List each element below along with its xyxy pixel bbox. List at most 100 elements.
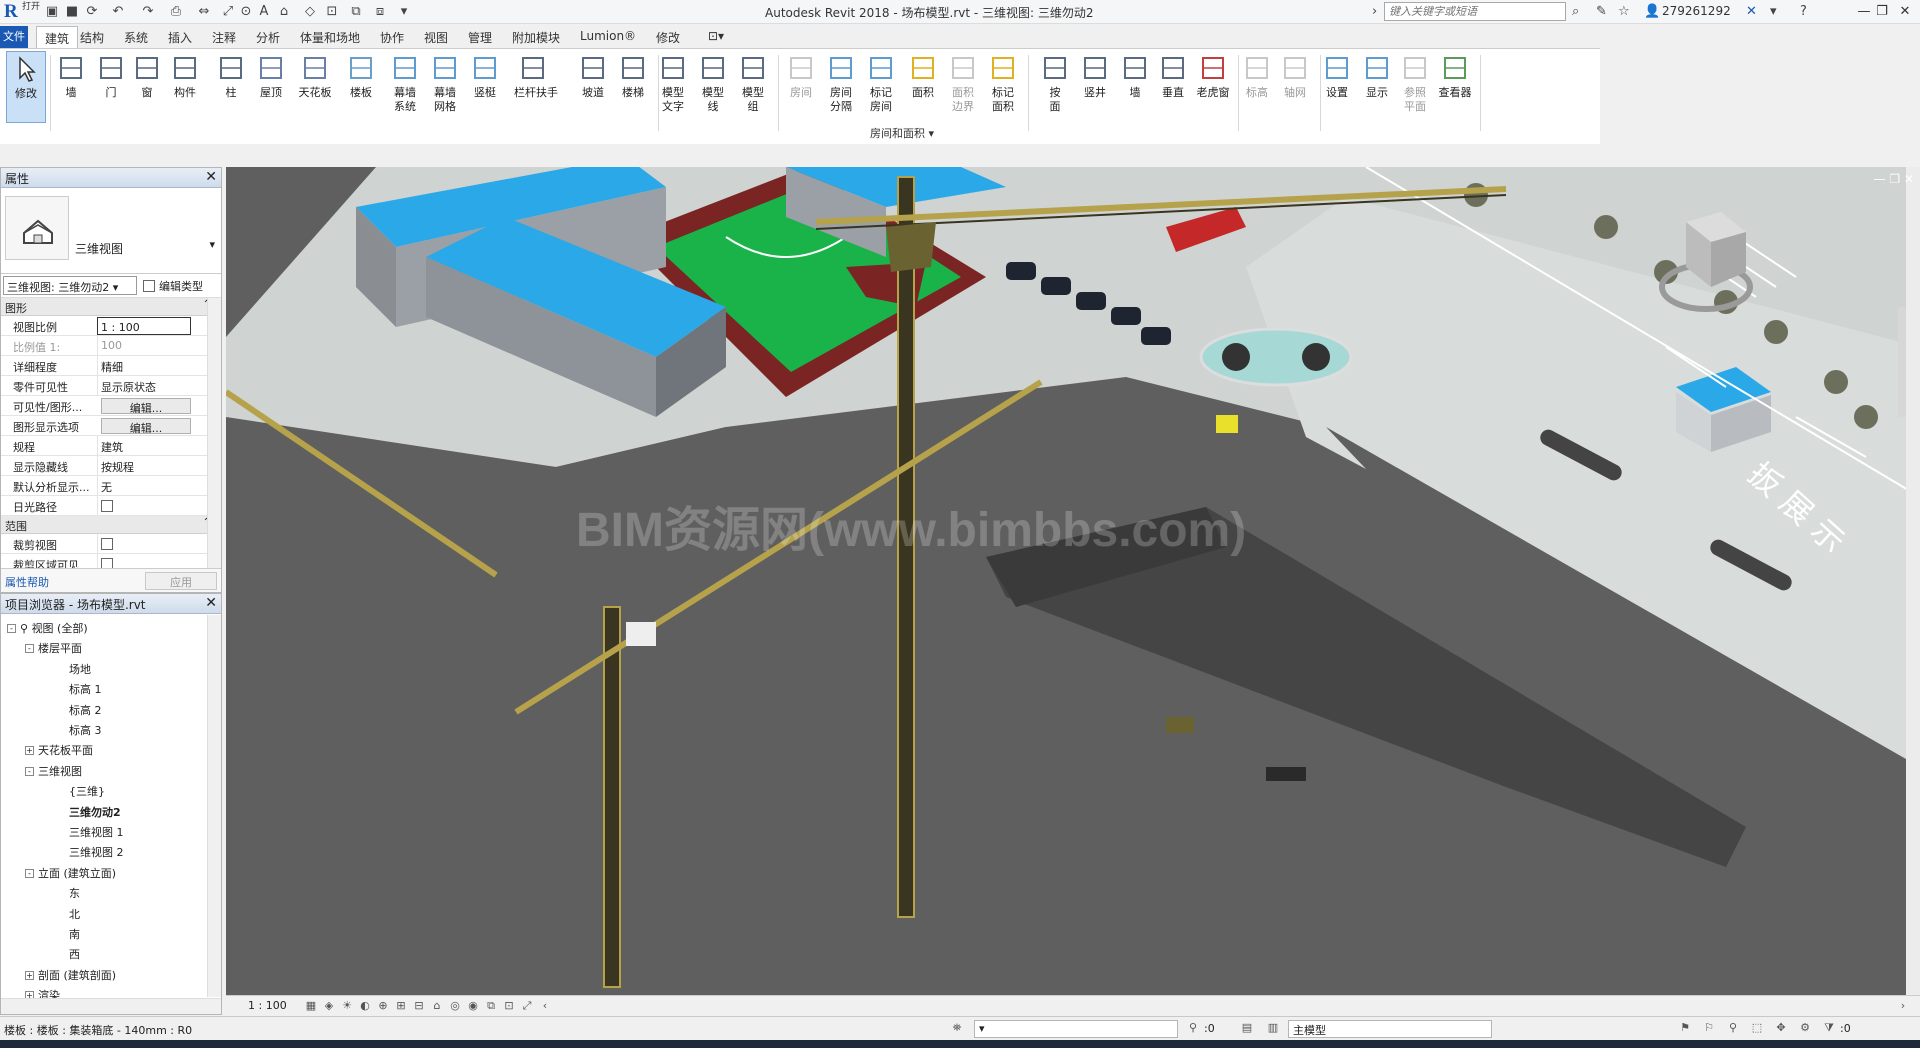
component-button[interactable]: 构件 — [166, 51, 204, 100]
select-by-face-icon[interactable]: ⬚ — [1750, 1021, 1764, 1035]
railing-button[interactable]: 栏杆扶手 — [514, 51, 558, 100]
property-value-cell[interactable]: 精细 — [97, 356, 197, 376]
tag-area-button[interactable]: 标记 面积 — [984, 51, 1022, 114]
ribbon-tab[interactable]: 结构 — [80, 29, 104, 46]
properties-scrollbar[interactable] — [207, 298, 221, 568]
view-window-controls[interactable]: — ❐ ✕ — [1874, 172, 1914, 186]
checkbox[interactable] — [101, 538, 113, 550]
property-value-cell[interactable] — [97, 496, 197, 516]
property-group-header[interactable]: 图形⌃ — [1, 298, 221, 316]
text-icon[interactable]: A — [256, 4, 272, 20]
browser-tree-item[interactable]: {三维} — [69, 783, 105, 799]
detail-level-icon[interactable]: ▦ — [304, 999, 318, 1013]
sync-icon[interactable]: ⟳ — [84, 4, 100, 20]
section-icon[interactable]: ◇ — [302, 4, 318, 20]
column-button[interactable]: 柱 — [212, 51, 250, 100]
editable-only-icon[interactable]: ⚲ — [1186, 1021, 1200, 1035]
render-icon[interactable]: ⊕ — [376, 999, 390, 1013]
browser-tree-item[interactable]: 标高 2 — [69, 702, 102, 718]
infocenter-search-input[interactable] — [1384, 2, 1566, 21]
viewer-button[interactable]: 查看器 — [1436, 51, 1474, 100]
vertical-opening-button[interactable]: 垂直 — [1154, 51, 1192, 100]
tag-room-button[interactable]: 标记 房间 — [862, 51, 900, 114]
dormer-button[interactable]: 老虎窗 — [1194, 51, 1232, 100]
help-icon[interactable]: ? — [1800, 4, 1807, 19]
browser-tree-item[interactable]: - 三维视图 — [25, 763, 82, 779]
crop-region-icon[interactable]: ⊟ — [412, 999, 426, 1013]
drag-elements-icon[interactable]: ✥ — [1774, 1021, 1788, 1035]
ribbon-tab[interactable]: 协作 — [380, 29, 404, 46]
type-selector[interactable]: 三维视图 ▾ — [1, 188, 221, 274]
by-face-button[interactable]: 按 面 — [1036, 51, 1074, 114]
close-button[interactable]: ✕ — [1893, 2, 1917, 22]
browser-tree-item[interactable]: - 立面 (建筑立面) — [25, 865, 116, 881]
user-account-name[interactable]: 279261292 — [1662, 4, 1731, 18]
binoculars-icon[interactable]: ⌕ — [1572, 4, 1579, 19]
design-option-dropdown[interactable]: 主模型 — [1288, 1020, 1492, 1038]
window-button[interactable]: 窗 — [128, 51, 166, 100]
qat-dropdown-icon[interactable]: ▾ — [396, 4, 412, 20]
scroll-right-icon[interactable]: › — [1896, 999, 1910, 1013]
workset-dropdown[interactable]: ▾ — [974, 1020, 1178, 1038]
property-group-header[interactable]: 范围⌃ — [1, 516, 221, 534]
reveal-hidden-icon[interactable]: ◉ — [466, 999, 480, 1013]
property-value-cell[interactable]: 1 : 100 — [97, 317, 191, 335]
browser-tree-item[interactable]: 标高 3 — [69, 722, 102, 738]
collapse-icon[interactable]: - — [25, 868, 34, 878]
chevron-down-icon[interactable]: ▾ — [209, 238, 215, 251]
ribbon-tab[interactable]: 建筑 — [36, 26, 79, 49]
model-group-button[interactable]: 模型 组 — [734, 51, 772, 114]
ribbon-tab[interactable]: 注释 — [212, 29, 236, 46]
ref-plane-button[interactable]: 参照 平面 — [1396, 51, 1434, 114]
browser-tree-item[interactable]: - 楼层平面 — [25, 640, 82, 656]
property-value-cell[interactable]: 编辑... — [101, 398, 191, 414]
property-value-cell[interactable]: 无 — [97, 476, 197, 496]
door-button[interactable]: 门 — [92, 51, 130, 100]
lock-3d-icon[interactable]: ⌂ — [430, 999, 444, 1013]
highlight-displacement-icon[interactable]: ⤢ — [520, 999, 534, 1013]
expand-icon[interactable]: + — [25, 970, 34, 980]
select-underlay-icon[interactable]: ⚐ — [1702, 1021, 1716, 1035]
default-3d-view-icon[interactable]: ⌂ — [276, 4, 292, 20]
browser-tree-item[interactable]: 三维视图 2 — [69, 844, 124, 860]
ribbon-tab[interactable]: 视图 — [424, 29, 448, 46]
workplane-set-button[interactable]: 设置 — [1318, 51, 1356, 100]
measure-icon[interactable]: ⇔ — [196, 4, 212, 20]
browser-tree-item[interactable]: 东 — [69, 885, 80, 901]
open-file-icon[interactable]: ▣ — [44, 4, 60, 20]
roof-button[interactable]: 屋顶 — [252, 51, 290, 100]
expand-icon[interactable]: + — [25, 746, 34, 756]
ribbon-tab[interactable]: 修改 — [656, 29, 680, 46]
save-icon[interactable]: ■ — [64, 4, 80, 20]
help-dropdown-icon[interactable]: ▾ — [1770, 4, 1777, 19]
thin-lines-icon[interactable]: ⊡ — [324, 4, 340, 20]
browser-tree-item[interactable]: 西 — [69, 946, 80, 962]
ramp-button[interactable]: 坡道 — [574, 51, 612, 100]
collapse-icon[interactable]: - — [25, 766, 34, 776]
design-options-icon[interactable]: ▤ — [1240, 1021, 1254, 1035]
3d-view-canvas[interactable]: 扳 展 示 BIM资源网(www.bimbbs.com) — ❐ ✕ — [226, 167, 1920, 995]
subscription-icon[interactable]: ✎ — [1596, 4, 1607, 19]
ribbon-tab[interactable]: Lumion® — [580, 29, 636, 43]
wall-button[interactable]: 墙 — [52, 51, 90, 100]
user-icon[interactable]: 👤 — [1644, 4, 1660, 19]
redo-icon[interactable]: ↷ — [140, 4, 156, 20]
temp-hide-icon[interactable]: ◎ — [448, 999, 462, 1013]
exchange-apps-icon[interactable]: ✕ — [1746, 4, 1757, 19]
browser-h-scrollbar[interactable] — [1, 998, 221, 1014]
tag-icon[interactable]: ⊙ — [238, 4, 254, 20]
close-hidden-windows-icon[interactable]: ⧉ — [348, 4, 364, 20]
property-value-cell[interactable]: 按规程 — [97, 456, 197, 476]
sun-path-icon[interactable]: ☀ — [340, 999, 354, 1013]
grid-button[interactable]: 轴网 — [1276, 51, 1314, 100]
property-value-cell[interactable]: 建筑 — [97, 436, 197, 456]
browser-tree-item[interactable]: 北 — [69, 906, 80, 922]
switch-windows-icon[interactable]: ⧈ — [372, 4, 388, 20]
view-scale[interactable]: 1 : 100 — [248, 999, 287, 1012]
collapse-icon[interactable]: - — [25, 644, 34, 654]
mullion-button[interactable]: 竖梃 — [466, 51, 504, 100]
browser-tree-item[interactable]: 三维视图 1 — [69, 824, 124, 840]
room-button[interactable]: 房间 — [782, 51, 820, 100]
checkbox[interactable] — [101, 500, 113, 512]
ribbon-tab[interactable]: 附加模块 — [512, 29, 560, 46]
